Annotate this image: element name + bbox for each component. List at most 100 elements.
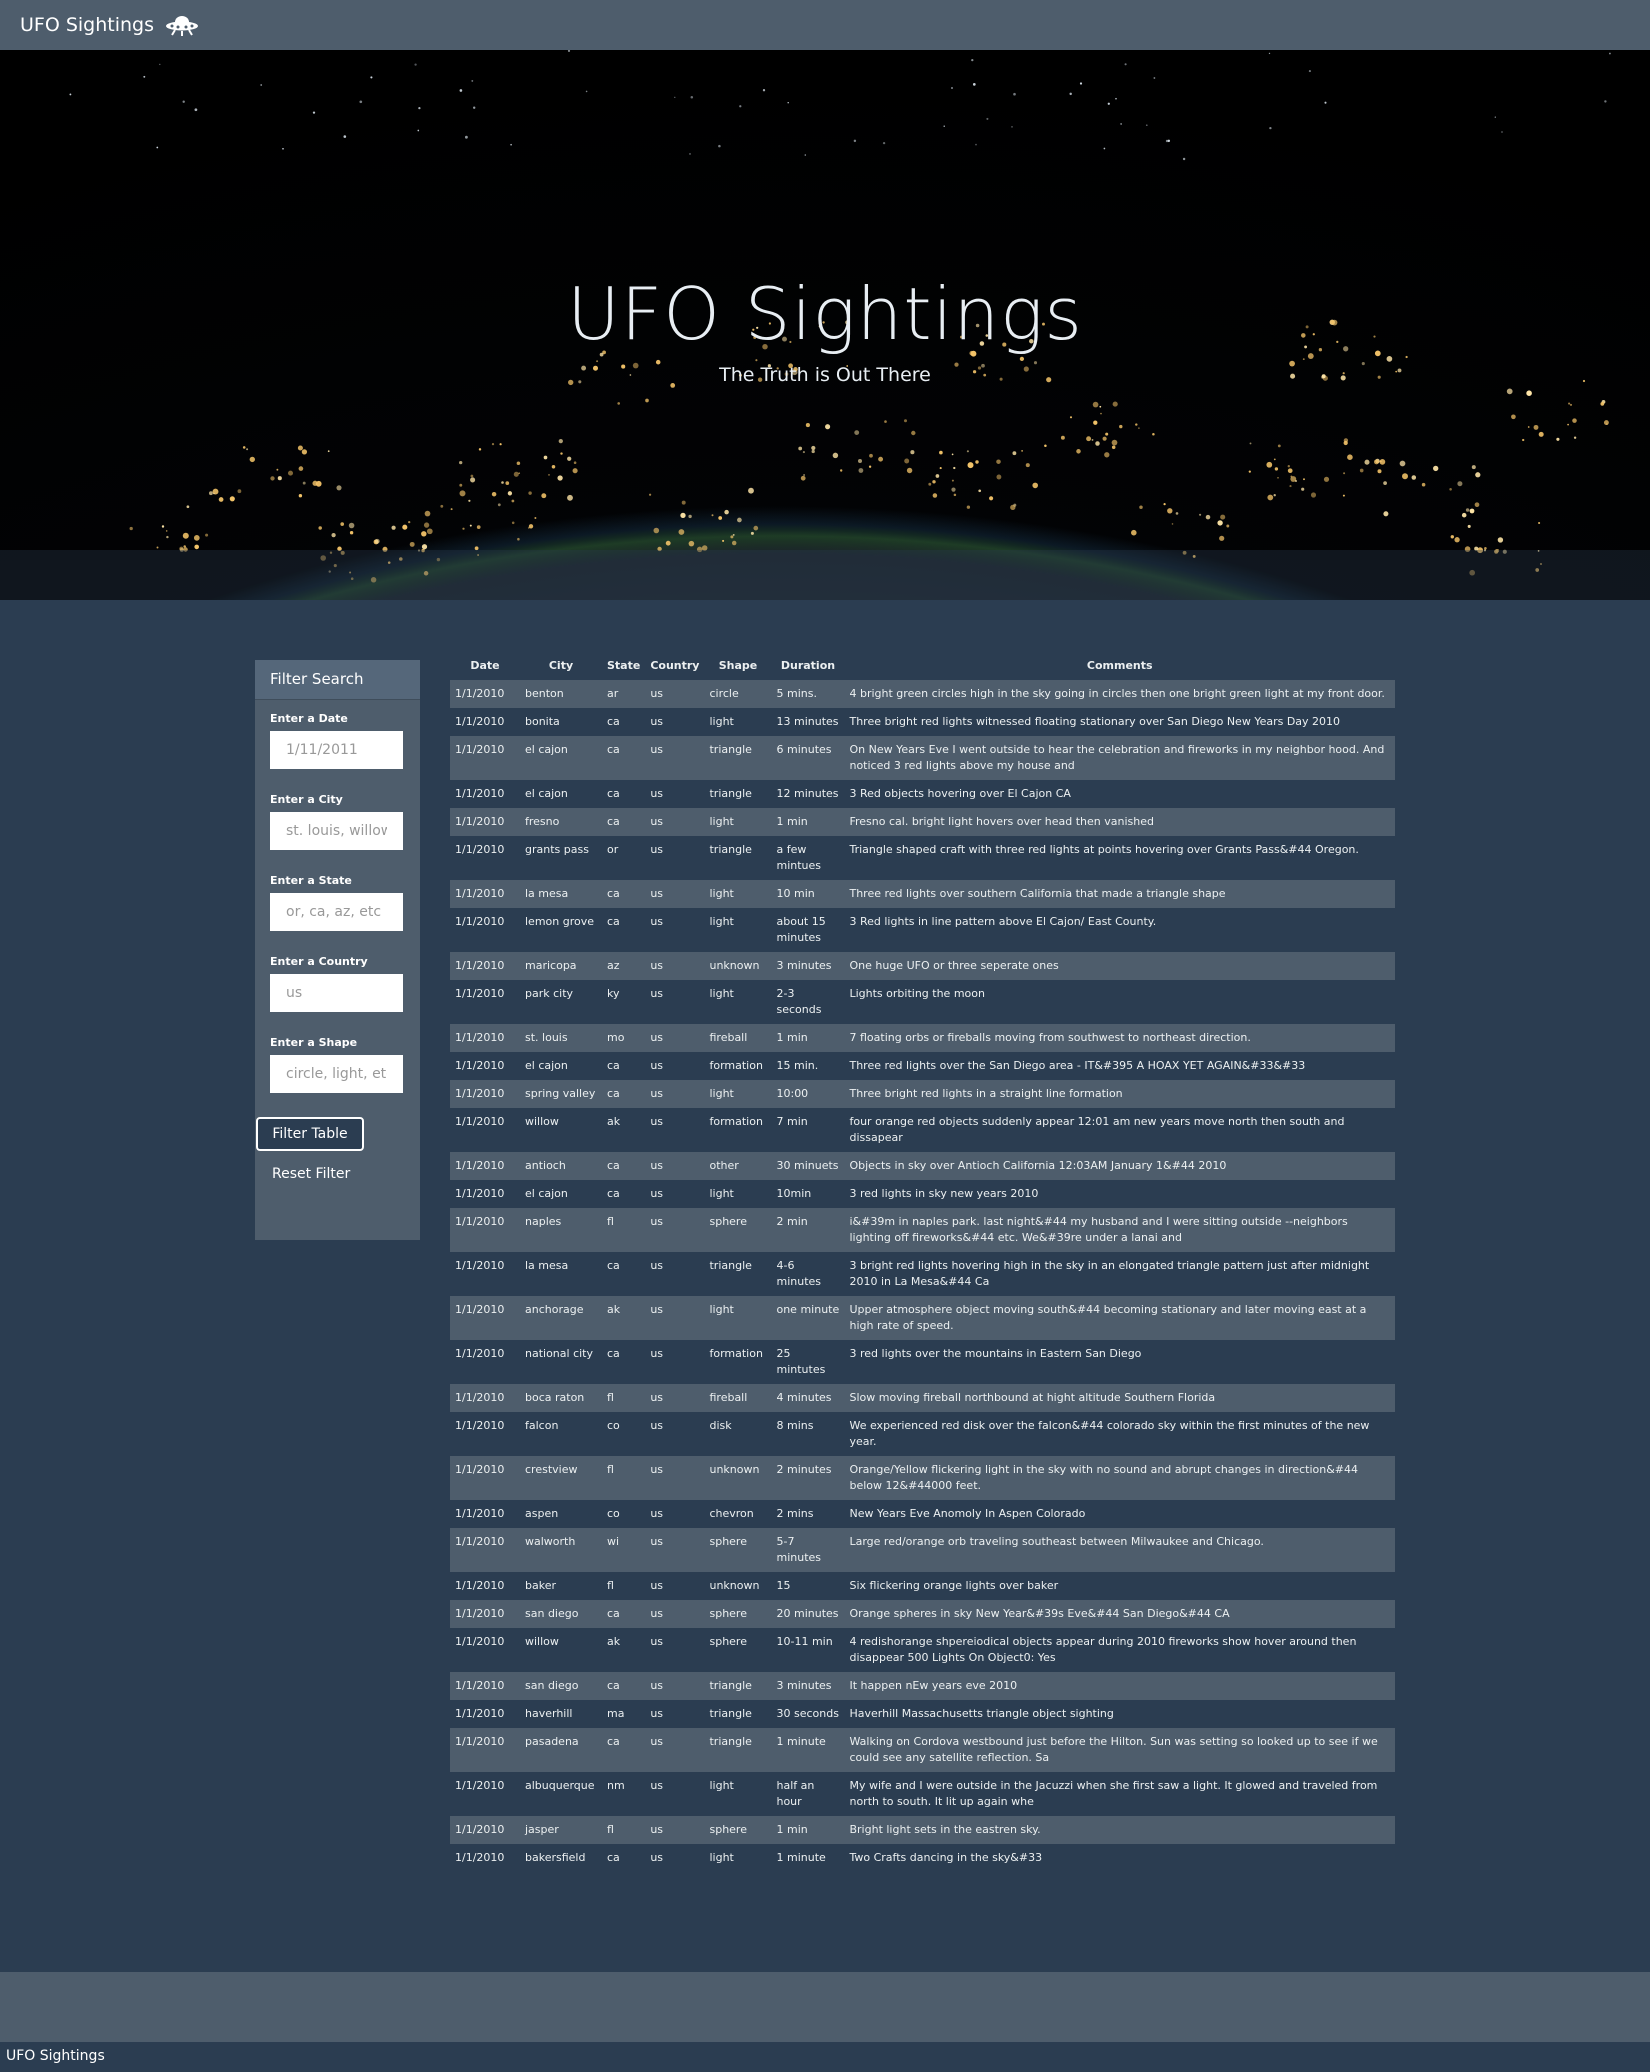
country-filter-input[interactable] <box>270 974 403 1012</box>
cell-country: us <box>650 1391 664 1404</box>
cell-shape: formation <box>709 1059 763 1072</box>
cell-comments: Lights orbiting the moon <box>849 987 985 1000</box>
cell-city: haverhill <box>525 1707 573 1720</box>
cell-comments: Bright light sets in the eastren sky. <box>849 1823 1041 1836</box>
table-row: 1/1/2010 baker fl us unknown 15 Six flickering… <box>450 1572 1395 1600</box>
cell-city: willow <box>525 1635 559 1648</box>
table-row: 1/1/2010 el cajon ca us triangle 12 minutes 3 … <box>450 780 1395 808</box>
state-filter-input[interactable] <box>270 893 403 931</box>
cell-duration: 1 min <box>776 1823 808 1836</box>
navbar-brand[interactable]: UFO Sightings <box>20 13 200 37</box>
cell-city: fresno <box>525 815 560 828</box>
date-filter-input[interactable] <box>270 731 403 769</box>
cell-duration: 2 min <box>776 1215 808 1228</box>
cell-state: ca <box>607 787 620 800</box>
cell-comments: Three red lights over the San Diego area… <box>849 1059 1306 1072</box>
city-filter-label: Enter a City <box>270 793 343 806</box>
cell-city: el cajon <box>525 1187 568 1200</box>
cell-city: baker <box>525 1579 556 1592</box>
reset-filter-button[interactable]: Reset Filter <box>256 1157 364 1191</box>
header-country: Country <box>650 658 700 672</box>
cell-shape: light <box>709 1187 734 1200</box>
cell-city: bakersfield <box>525 1851 586 1864</box>
sightings-table-container: Date City State Country Shape Duration C… <box>450 650 1395 1872</box>
cell-date: 1/1/2010 <box>455 1347 505 1360</box>
cell-shape: sphere <box>709 1535 747 1548</box>
cell-date: 1/1/2010 <box>455 687 505 700</box>
cell-comments: Three bright red lights in a straight li… <box>849 1087 1123 1100</box>
cell-date: 1/1/2010 <box>455 815 505 828</box>
cell-country: us <box>650 1707 664 1720</box>
cell-duration: 10min <box>776 1187 812 1200</box>
table-row: 1/1/2010 fresno ca us light 1 min Fresno cal. … <box>450 808 1395 836</box>
cell-state: ca <box>607 1259 620 1272</box>
cell-state: ak <box>607 1115 621 1128</box>
cell-state: fl <box>607 1823 614 1836</box>
cell-shape: light <box>709 987 734 1000</box>
cell-duration: 4 minutes <box>776 1391 832 1404</box>
table-row: 1/1/2010 park city ky us light 2-3 seconds Lig… <box>450 980 1395 1024</box>
cell-comments: 3 red lights in sky new years 2010 <box>849 1187 1039 1200</box>
cell-comments: Large red/orange orb traveling southeast… <box>849 1535 1264 1548</box>
cell-date: 1/1/2010 <box>455 715 505 728</box>
shape-filter-input[interactable] <box>270 1055 403 1093</box>
cell-duration: 7 min <box>776 1115 808 1128</box>
cell-comments: New Years Eve Anomoly In Aspen Colorado <box>849 1507 1086 1520</box>
cell-shape: circle <box>709 687 739 700</box>
cell-duration: 30 minuets <box>776 1159 839 1172</box>
cell-duration: 20 minutes <box>776 1607 839 1620</box>
footer-text: UFO Sightings <box>6 2048 105 2064</box>
cell-state: ca <box>607 887 620 900</box>
brand-title[interactable]: UFO Sightings <box>20 14 154 36</box>
table-row: 1/1/2010 albuquerque nm us light half an hour… <box>450 1772 1395 1816</box>
cell-comments: 4 bright green circles high in the sky g… <box>849 687 1385 700</box>
cell-date: 1/1/2010 <box>455 1159 505 1172</box>
cell-country: us <box>650 1419 664 1432</box>
cell-country: us <box>650 1259 664 1272</box>
cell-date: 1/1/2010 <box>455 987 505 1000</box>
cell-comments: i&#39m in naples park. last night&#44 my… <box>849 1215 1348 1244</box>
cell-date: 1/1/2010 <box>455 959 505 972</box>
cell-city: san diego <box>525 1607 579 1620</box>
cell-comments: four orange red objects suddenly appear … <box>849 1115 1345 1144</box>
cell-shape: unknown <box>709 959 760 972</box>
country-filter-group: Enter a Country <box>270 955 405 1012</box>
cell-state: co <box>607 1419 620 1432</box>
cell-duration: 10 min <box>776 887 815 900</box>
cell-city: grants pass <box>525 843 589 856</box>
cell-country: us <box>650 1579 664 1592</box>
cell-duration: 1 min <box>776 1031 808 1044</box>
header-city: City <box>548 658 574 672</box>
table-header: Date City State Country Shape Duration C… <box>450 650 1395 680</box>
cell-country: us <box>650 1507 664 1520</box>
cell-duration: 15 <box>776 1579 791 1592</box>
table-row: 1/1/2010 national city ca us formation 25 min… <box>450 1340 1395 1384</box>
cell-country: us <box>650 887 664 900</box>
cell-date: 1/1/2010 <box>455 1735 505 1748</box>
table-row: 1/1/2010 antioch ca us other 30 minuets Object… <box>450 1152 1395 1180</box>
cell-comments: Six flickering orange lights over baker <box>849 1579 1059 1592</box>
cell-state: ar <box>607 687 619 700</box>
cell-country: us <box>650 959 664 972</box>
filter-table-button[interactable]: Filter Table <box>256 1117 364 1151</box>
footer: UFO Sightings <box>0 2042 1650 2072</box>
cell-comments: Two Crafts dancing in the sky&#33 <box>849 1851 1043 1864</box>
cell-country: us <box>650 843 664 856</box>
cell-duration: 3 minutes <box>776 1679 832 1692</box>
shape-filter-label: Enter a Shape <box>270 1036 358 1049</box>
hero-banner: UFO Sightings The Truth is Out There <box>0 50 1650 600</box>
cell-city: el cajon <box>525 1059 568 1072</box>
cell-country: us <box>650 1851 664 1864</box>
cell-country: us <box>650 1779 664 1792</box>
cell-shape: light <box>709 915 734 928</box>
country-filter-label: Enter a Country <box>270 955 368 968</box>
cell-country: us <box>650 1347 664 1360</box>
city-filter-input[interactable] <box>270 812 403 850</box>
cell-country: us <box>650 1059 664 1072</box>
shape-filter-group: Enter a Shape <box>270 1036 405 1093</box>
cell-shape: light <box>709 1851 734 1864</box>
cell-duration: 8 mins <box>776 1419 814 1432</box>
cell-city: la mesa <box>525 887 569 900</box>
filter-panel-title: Filter Search <box>255 660 420 700</box>
cell-duration: 30 seconds <box>776 1707 839 1720</box>
